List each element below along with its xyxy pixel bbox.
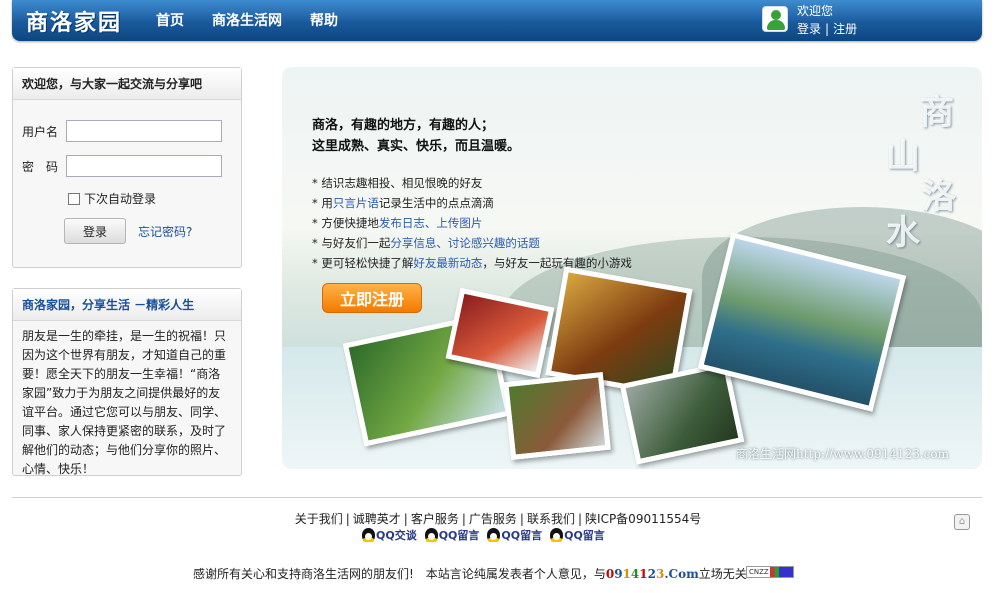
qq-chat-link[interactable]: QQ交谈 bbox=[362, 527, 417, 543]
user-links: 登录 | 注册 bbox=[797, 22, 858, 36]
footer-about-link[interactable]: 关于我们 bbox=[295, 512, 343, 526]
password-input[interactable] bbox=[66, 155, 222, 177]
site-domain-brand: 0914123.Com bbox=[605, 567, 699, 581]
header-register-link[interactable]: 注册 bbox=[833, 22, 857, 36]
banner-headline: 商洛，有趣的地方，有趣的人； 这里成熟、真实、快乐，而且温暖。 bbox=[312, 115, 520, 157]
user-avatar-icon bbox=[762, 6, 788, 32]
cnzz-counter-badge[interactable]: CNZZ bbox=[746, 566, 794, 578]
calligraphy-char: 水 bbox=[886, 213, 920, 253]
nav-home[interactable]: 首页 bbox=[156, 10, 184, 30]
qq-message-link[interactable]: QQ留言 bbox=[550, 527, 605, 543]
forgot-password-link[interactable]: 忘记密码? bbox=[138, 223, 192, 240]
feature-item: * 用只言片语记录生活中的点点滴滴 bbox=[312, 196, 494, 210]
username-label: 用户名 bbox=[22, 124, 59, 139]
footer-thanks: 感谢所有关心和支持商洛生活网的朋友们! 本站言论纯属发表者个人意见，与09141… bbox=[193, 567, 752, 581]
footer-links: 关于我们 | 诚聘英才 | 客户服务 | 广告服务 | 联系我们 | 陕ICP备09011554号 bbox=[294, 512, 702, 526]
footer-contact-link[interactable]: 联系我们 bbox=[527, 512, 575, 526]
footer-ads-link[interactable]: 广告服务 bbox=[469, 512, 517, 526]
remember-checkbox[interactable] bbox=[68, 192, 80, 205]
promo-banner: 商洛，有趣的地方，有趣的人； 这里成熟、真实、快乐，而且温暖。 * 结识志趣相投… bbox=[282, 67, 982, 469]
register-now-button[interactable]: 立即注册 bbox=[322, 283, 422, 313]
back-to-top-icon[interactable]: ⌂ bbox=[954, 514, 970, 530]
about-panel: 商洛家园，分享生活 －精彩人生 朋友是一生的牵挂，是一生的祝福！只因为这个世界有… bbox=[12, 288, 242, 476]
feature-item: * 结识志趣相投、相见恨晚的好友 bbox=[312, 176, 483, 190]
welcome-text: 欢迎您 bbox=[797, 4, 834, 18]
footer-jobs-link[interactable]: 诚聘英才 bbox=[353, 512, 401, 526]
banner-headline-line: 这里成熟、真实、快乐，而且温暖。 bbox=[312, 139, 521, 154]
about-text: 朋友是一生的牵挂，是一生的祝福！只因为这个世界有朋友，才知道自己的重要！愿全天下… bbox=[22, 329, 227, 476]
footer-service-link[interactable]: 客户服务 bbox=[411, 512, 459, 526]
about-panel-title: 商洛家园，分享生活 －精彩人生 bbox=[13, 289, 241, 321]
calligraphy-char: 洛 bbox=[922, 177, 956, 217]
qq-penguin-icon bbox=[550, 528, 564, 542]
header-login-link[interactable]: 登录 bbox=[797, 22, 821, 36]
site-logo[interactable]: 商洛家园 bbox=[26, 5, 122, 37]
username-row: 用户名 bbox=[22, 120, 222, 142]
qq-penguin-icon bbox=[362, 528, 375, 542]
main-nav: 首页 商洛生活网 帮助 bbox=[156, 10, 338, 30]
qq-penguin-icon bbox=[487, 528, 501, 542]
footer-icp-link[interactable]: 陕ICP备09011554号 bbox=[585, 512, 701, 526]
feature-item: * 方便快捷地发布日志、上传图片 bbox=[312, 216, 483, 230]
calligraphy-char: 商 bbox=[920, 93, 954, 133]
login-panel: 欢迎您，与大家一起交流与分享吧 用户名 密 码 下次自动登录 登录 忘记密码? bbox=[12, 67, 242, 268]
qq-message-link[interactable]: QQ留言 bbox=[424, 527, 479, 543]
password-label: 密 码 bbox=[22, 159, 59, 174]
nav-help[interactable]: 帮助 bbox=[310, 10, 338, 30]
username-input[interactable] bbox=[66, 120, 222, 142]
feature-item: * 与好友们一起分享信息、讨论感兴趣的话题 bbox=[312, 236, 540, 250]
login-panel-title: 欢迎您，与大家一起交流与分享吧 bbox=[13, 68, 241, 100]
photo-rafting bbox=[503, 371, 611, 461]
password-row: 密 码 bbox=[22, 155, 222, 177]
banner-headline-line: 商洛，有趣的地方，有趣的人； bbox=[312, 118, 495, 133]
banner-watermark: 商洛生活网http://www.0914123.com bbox=[736, 447, 949, 461]
footer-divider bbox=[12, 497, 982, 498]
remember-me[interactable]: 下次自动登录 bbox=[68, 190, 156, 207]
login-button[interactable]: 登录 bbox=[64, 218, 126, 244]
calligraphy-char: 山 bbox=[886, 137, 920, 177]
nav-shangluo-life[interactable]: 商洛生活网 bbox=[212, 10, 282, 30]
qq-message-link[interactable]: QQ留言 bbox=[487, 527, 542, 543]
top-header: 商洛家园 首页 商洛生活网 帮助 欢迎您 登录 | 注册 bbox=[12, 0, 982, 41]
qq-contact-row: QQ交谈 QQ留言 QQ留言 QQ留言 bbox=[362, 527, 605, 543]
remember-label: 下次自动登录 bbox=[84, 192, 157, 206]
qq-penguin-icon bbox=[424, 528, 438, 542]
feature-list: * 结识志趣相投、相见恨晚的好友 * 用只言片语记录生活中的点点滴滴 * 方便快… bbox=[312, 173, 632, 273]
